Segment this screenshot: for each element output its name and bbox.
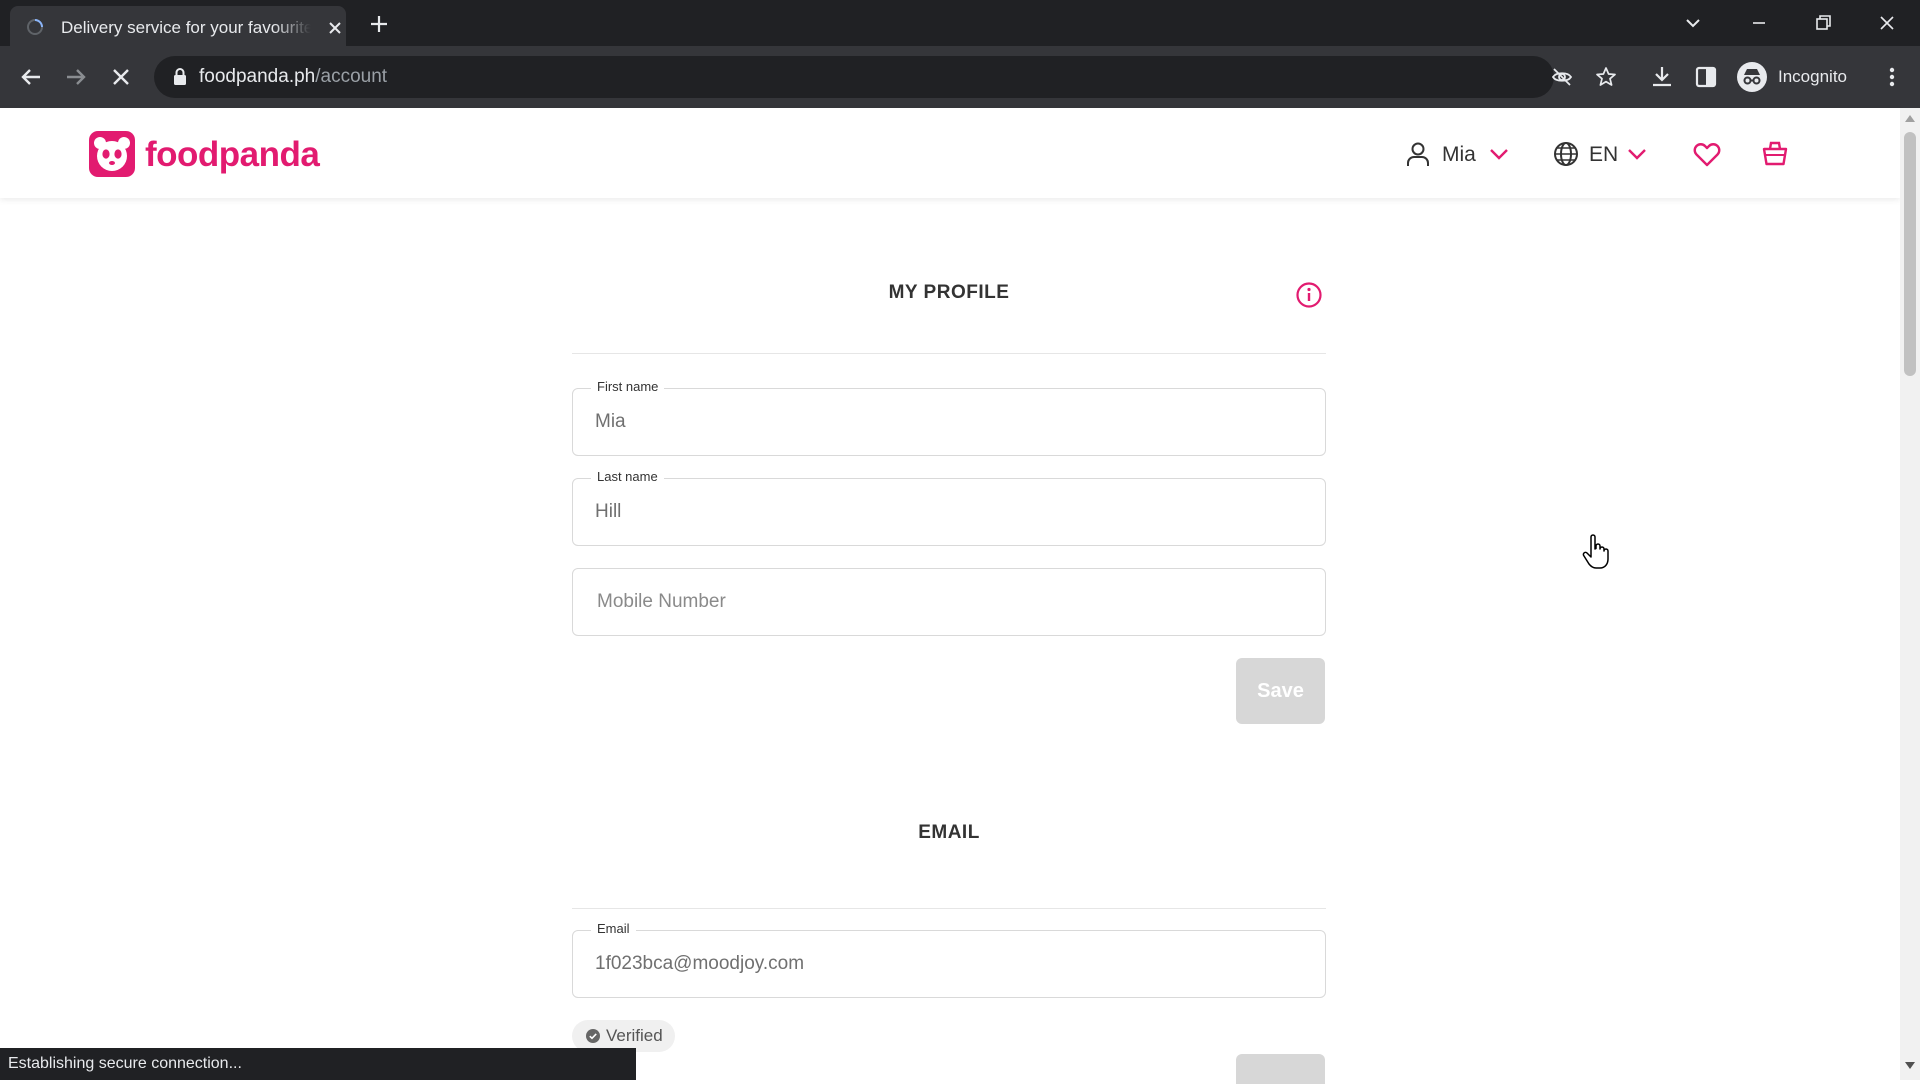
page-scrollbar[interactable] [1900,108,1920,1080]
tab-search-chevron-icon[interactable] [1680,10,1706,36]
lock-icon[interactable] [172,67,188,87]
forward-icon[interactable] [61,62,91,92]
minimize-icon[interactable] [1746,10,1772,36]
first-name-label: First name [591,379,665,395]
email-title: EMAIL [918,822,980,843]
incognito-icon [1737,62,1767,92]
chevron-down-icon [1490,149,1508,160]
first-name-field: First name [572,379,1326,456]
email-input[interactable] [595,951,1295,977]
side-panel-icon[interactable] [1692,63,1720,91]
profile-divider [572,353,1326,354]
foodpanda-logo-icon [89,131,135,177]
email-label: Email [591,921,636,937]
download-icon[interactable] [1648,63,1676,91]
close-tab-icon[interactable] [326,19,344,37]
browser-tab-strip: Delivery service for your favourite food [0,0,1920,46]
url-host: foodpanda.ph [199,66,316,87]
chevron-down-icon [1628,149,1646,160]
heart-icon[interactable] [1692,139,1722,169]
mobile-number-input[interactable] [597,589,1297,615]
account-menu[interactable]: Mia [1404,138,1512,170]
save-profile-button[interactable]: Save [1236,658,1325,724]
mobile-number-field [572,568,1326,636]
verified-text: Verified [606,1026,663,1045]
last-name-field: Last name [572,469,1326,546]
new-tab-icon[interactable] [368,13,390,35]
bookmark-star-icon[interactable] [1594,65,1618,89]
scroll-up-arrow-icon[interactable] [1905,114,1915,122]
user-name: Mia [1442,143,1476,166]
stop-loading-icon[interactable] [106,62,136,92]
email-divider [572,908,1326,909]
incognito-label: Incognito [1778,67,1847,86]
browser-toolbar: foodpanda.ph/account Incognito [0,46,1920,108]
language-selector[interactable]: EN [1552,138,1652,170]
browser-tab[interactable]: Delivery service for your favourite food [10,6,346,46]
language-code: EN [1589,143,1619,166]
check-circle-icon [586,1029,600,1043]
browser-menu-icon[interactable] [1878,63,1906,91]
email-field: Email [572,921,1326,998]
back-icon[interactable] [16,62,46,92]
url-text[interactable]: foodpanda.ph/account [199,66,387,88]
brand-name: foodpanda [145,135,320,174]
scrollbar-thumb[interactable] [1904,132,1916,376]
last-name-label: Last name [591,469,664,485]
browser-status-bubble: Establishing secure connection... [0,1048,636,1080]
loading-spinner-icon [27,19,43,35]
close-window-icon[interactable] [1874,10,1900,36]
user-icon [1407,142,1429,166]
scroll-down-arrow-icon[interactable] [1905,1062,1915,1070]
info-icon[interactable] [1295,281,1323,309]
address-bar[interactable]: foodpanda.ph/account [154,56,1616,98]
eye-off-icon[interactable] [1550,65,1574,89]
restore-icon[interactable] [1810,10,1836,36]
first-name-input[interactable] [595,409,1295,435]
tab-title: Delivery service for your favourite food [61,18,311,37]
last-name-input[interactable] [595,499,1295,525]
url-path: /account [315,66,388,87]
my-profile-title: MY PROFILE [888,282,1010,303]
hand-pointer-cursor-icon [1582,534,1609,569]
basket-icon[interactable] [1760,138,1790,168]
site-header: foodpanda Mia EN [0,108,1900,198]
globe-icon [1554,142,1578,166]
